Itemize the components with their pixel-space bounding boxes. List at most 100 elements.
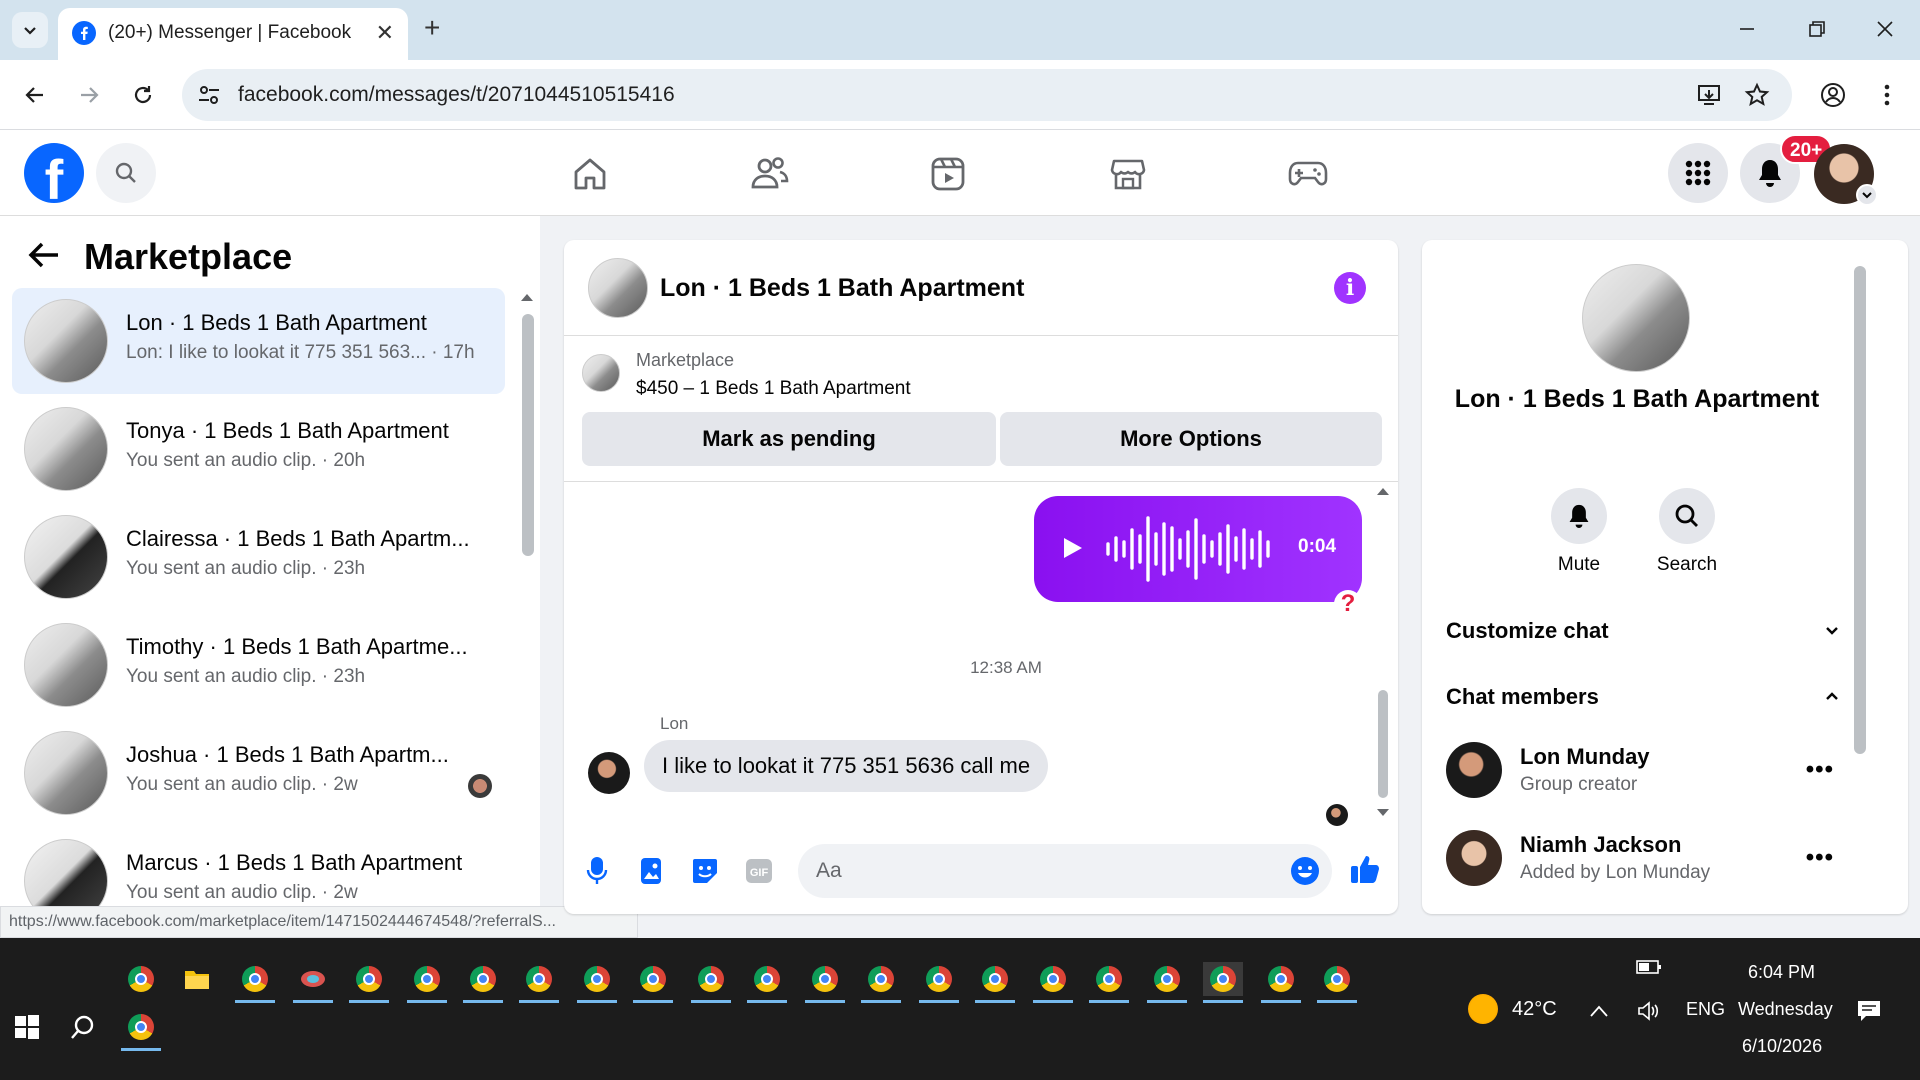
- chat-members-section[interactable]: Chat members: [1446, 684, 1840, 710]
- mark-as-pending-button[interactable]: Mark as pending: [582, 412, 996, 466]
- new-tab-plus-icon[interactable]: +: [424, 14, 440, 42]
- back-arrow-icon[interactable]: [20, 80, 50, 110]
- play-icon[interactable]: [1062, 536, 1084, 560]
- chrome-icon[interactable]: [352, 962, 386, 996]
- back-arrow-icon[interactable]: [28, 241, 60, 269]
- chrome-icon[interactable]: [1320, 962, 1354, 996]
- omnibox[interactable]: facebook.com/messages/t/2071044510515416: [182, 69, 1792, 121]
- chrome-icon[interactable]: [864, 962, 898, 996]
- chrome-icon[interactable]: [522, 962, 556, 996]
- marketplace-icon[interactable]: [1106, 152, 1150, 196]
- volume-icon[interactable]: [1632, 994, 1666, 1028]
- chat-title[interactable]: Lon · 1 Beds 1 Bath Apartment: [660, 274, 1024, 303]
- info-panel-scrollbar[interactable]: [1854, 266, 1866, 754]
- chrome-icon[interactable]: [636, 962, 670, 996]
- facebook-logo-icon[interactable]: f: [24, 143, 84, 203]
- chrome-icon[interactable]: [1150, 962, 1184, 996]
- more-options-button[interactable]: More Options: [1000, 412, 1382, 466]
- chrome-icon[interactable]: [750, 962, 784, 996]
- gaming-icon[interactable]: [1286, 152, 1330, 196]
- gif-icon[interactable]: GIF: [742, 854, 776, 888]
- menu-grid-button[interactable]: [1668, 143, 1728, 203]
- customize-chat-section[interactable]: Customize chat: [1446, 618, 1840, 644]
- reload-icon[interactable]: [128, 80, 158, 110]
- clock-day[interactable]: Wednesday: [1738, 999, 1833, 1020]
- tab-close-icon[interactable]: ✕: [376, 22, 394, 44]
- chrome-icon[interactable]: [124, 1010, 158, 1044]
- clock-time[interactable]: 6:04 PM: [1748, 962, 1815, 983]
- friends-icon[interactable]: [748, 152, 792, 196]
- conversation-item[interactable]: Joshua · 1 Beds 1 Bath Apartm... You sen…: [12, 720, 505, 826]
- scroll-down-arrow-icon[interactable]: [1376, 808, 1390, 818]
- member-row[interactable]: Niamh Jackson Added by Lon Munday •••: [1446, 830, 1840, 890]
- minimize-icon[interactable]: [1732, 14, 1762, 44]
- chrome-icon[interactable]: [922, 962, 956, 996]
- chevron-up-icon[interactable]: [1582, 994, 1616, 1028]
- url-text[interactable]: facebook.com/messages/t/2071044510515416: [238, 83, 675, 107]
- incoming-message-bubble[interactable]: I like to lookat it 775 351 5636 call me: [644, 740, 1049, 792]
- chrome-icon[interactable]: [1036, 962, 1070, 996]
- microphone-icon[interactable]: [580, 854, 614, 888]
- chrome-icon[interactable]: [238, 962, 272, 996]
- chrome-icon[interactable]: [1092, 962, 1126, 996]
- app-icon[interactable]: [296, 962, 330, 996]
- more-options-icon[interactable]: •••: [1806, 846, 1834, 870]
- mute-button[interactable]: Mute: [1524, 488, 1634, 576]
- clock-date[interactable]: 6/10/2026: [1742, 1036, 1822, 1057]
- search-icon[interactable]: [66, 1010, 100, 1044]
- home-icon[interactable]: [568, 152, 612, 196]
- member-row[interactable]: Lon Munday Group creator •••: [1446, 742, 1840, 802]
- listing-price-title[interactable]: $450 – 1 Beds 1 Bath Apartment: [636, 378, 911, 400]
- video-icon[interactable]: [926, 152, 970, 196]
- chrome-icon[interactable]: [978, 962, 1012, 996]
- listing-thumbnail[interactable]: [588, 258, 648, 318]
- tab-search-dropdown[interactable]: [12, 12, 48, 48]
- conversation-item[interactable]: Timothy · 1 Beds 1 Bath Apartme... You s…: [12, 612, 505, 718]
- message-input[interactable]: [798, 844, 1332, 898]
- forward-arrow-icon[interactable]: [74, 80, 104, 110]
- listing-thumbnail[interactable]: [1582, 264, 1690, 372]
- account-avatar[interactable]: [1814, 144, 1878, 206]
- chrome-icon[interactable]: [1264, 962, 1298, 996]
- browser-menu-icon[interactable]: [1872, 80, 1902, 110]
- facebook-search-button[interactable]: [96, 143, 156, 203]
- site-settings-icon[interactable]: [196, 82, 222, 108]
- chrome-icon-active[interactable]: [1203, 962, 1243, 996]
- info-icon[interactable]: i: [1334, 272, 1366, 304]
- close-window-icon[interactable]: [1870, 14, 1900, 44]
- notification-center-icon[interactable]: [1852, 994, 1886, 1028]
- conversation-item[interactable]: Lon · 1 Beds 1 Bath Apartment Lon: I lik…: [12, 288, 505, 394]
- send-failed-question-icon[interactable]: ?: [1334, 590, 1362, 618]
- input-language[interactable]: ENG: [1686, 999, 1725, 1020]
- chrome-icon[interactable]: [694, 962, 728, 996]
- chrome-icon[interactable]: [580, 962, 614, 996]
- weather-sun-icon[interactable]: [1468, 994, 1498, 1024]
- sender-avatar[interactable]: [588, 752, 630, 794]
- scroll-up-arrow-icon[interactable]: [1376, 486, 1390, 496]
- conversation-item[interactable]: Clairessa · 1 Beds 1 Bath Apartm... You …: [12, 504, 505, 610]
- chrome-icon[interactable]: [124, 962, 158, 996]
- thumbs-up-icon[interactable]: [1348, 852, 1382, 886]
- chat-scrollbar[interactable]: [1378, 690, 1388, 798]
- audio-message[interactable]: 0:04: [1034, 496, 1362, 602]
- sticker-icon[interactable]: [688, 854, 722, 888]
- browser-tab-active[interactable]: (20+) Messenger | Facebook ✕: [58, 8, 408, 60]
- chrome-icon[interactable]: [808, 962, 842, 996]
- install-app-icon[interactable]: [1696, 82, 1722, 108]
- weather-temperature[interactable]: 42°C: [1512, 998, 1557, 1021]
- file-explorer-icon[interactable]: [180, 962, 214, 996]
- restore-icon[interactable]: [1802, 14, 1832, 44]
- battery-icon[interactable]: [1632, 950, 1666, 984]
- search-in-chat-button[interactable]: Search: [1632, 488, 1742, 576]
- emoji-icon[interactable]: [1290, 856, 1320, 886]
- photo-icon[interactable]: [634, 854, 668, 888]
- profile-icon[interactable]: [1818, 80, 1848, 110]
- more-options-icon[interactable]: •••: [1806, 758, 1834, 782]
- bookmark-star-icon[interactable]: [1744, 82, 1770, 108]
- windows-start-icon[interactable]: [10, 1010, 44, 1044]
- chrome-icon[interactable]: [466, 962, 500, 996]
- scroll-up-arrow-icon[interactable]: [520, 292, 534, 302]
- sidebar-scrollbar[interactable]: [522, 314, 534, 556]
- chrome-icon[interactable]: [410, 962, 444, 996]
- conversation-item[interactable]: Tonya · 1 Beds 1 Bath Apartment You sent…: [12, 396, 505, 502]
